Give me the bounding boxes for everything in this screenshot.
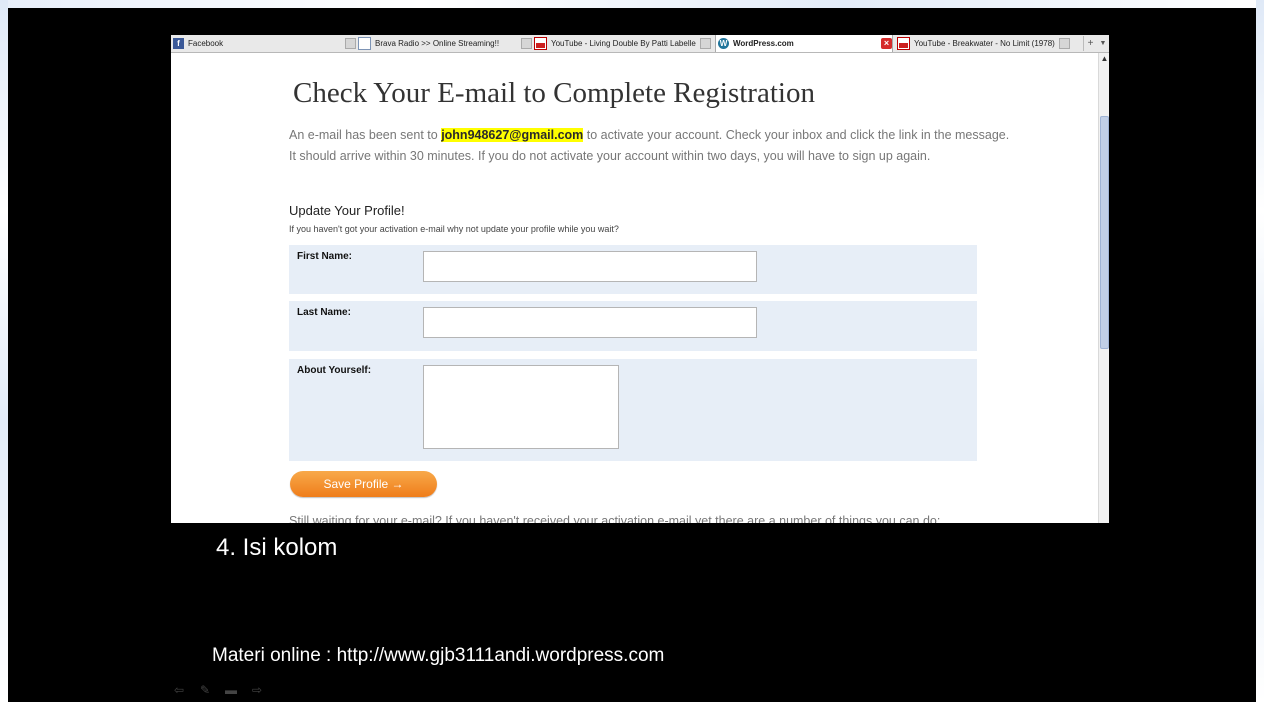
wordpress-icon: W bbox=[718, 38, 729, 49]
close-tab-icon[interactable]: × bbox=[881, 38, 892, 49]
tab-wordpress[interactable]: W WordPress.com bbox=[715, 35, 893, 52]
page-title: Check Your E-mail to Complete Registrati… bbox=[293, 77, 815, 109]
last-name-row: Last Name: bbox=[289, 301, 977, 351]
new-tab-icon[interactable]: + bbox=[1083, 36, 1097, 51]
wallpaper-top bbox=[0, 0, 1264, 8]
first-name-label: First Name: bbox=[297, 251, 353, 262]
intro-text-before: An e-mail has been sent to bbox=[289, 128, 442, 142]
tab-close-icon[interactable] bbox=[1058, 38, 1070, 49]
presentation-slide: f Facebook Brava Radio >> Online Streami… bbox=[8, 8, 1256, 702]
first-name-row: First Name: bbox=[289, 245, 977, 294]
email-address: john948627@gmail.com bbox=[441, 128, 584, 142]
last-name-field[interactable] bbox=[423, 307, 757, 338]
still-waiting-text: Still waiting for your e-mail? If you ha… bbox=[289, 514, 941, 523]
tab-close-icon[interactable] bbox=[521, 38, 532, 49]
tab-youtube-living-double[interactable]: YouTube - Living Double By Patti Labelle bbox=[517, 35, 717, 52]
pen-icon[interactable]: ✎ bbox=[198, 684, 212, 696]
about-row: About Yourself: bbox=[289, 359, 977, 461]
about-label: About Yourself: bbox=[297, 365, 372, 376]
youtube-icon bbox=[897, 37, 910, 50]
tab-bar: f Facebook Brava Radio >> Online Streami… bbox=[171, 35, 1109, 53]
tab-youtube-breakwater[interactable]: YouTube - Breakwater - No Limit (1978) bbox=[895, 35, 1081, 52]
browser-screenshot: f Facebook Brava Radio >> Online Streami… bbox=[171, 35, 1109, 523]
tab-label: YouTube - Living Double By Patti Labelle bbox=[551, 39, 696, 48]
save-profile-button[interactable]: Save Profile → bbox=[290, 471, 437, 497]
facebook-icon: f bbox=[173, 38, 184, 49]
scroll-thumb[interactable] bbox=[1100, 116, 1109, 349]
page-content: Check Your E-mail to Complete Registrati… bbox=[171, 53, 1098, 523]
tab-facebook[interactable]: f Facebook bbox=[171, 35, 351, 52]
slide-footer-text: Materi online : http://www.gjb3111andi.w… bbox=[212, 645, 665, 666]
last-name-label: Last Name: bbox=[297, 307, 351, 318]
slide-controls: ⇦ ✎ ▬ ⇨ bbox=[172, 684, 264, 696]
next-arrow-icon[interactable]: ⇨ bbox=[250, 684, 264, 696]
profile-subtext: If you haven't got your activation e-mai… bbox=[289, 224, 619, 234]
tab-close-icon[interactable] bbox=[699, 38, 711, 49]
activation-message: An e-mail has been sent to john948627@gm… bbox=[289, 125, 1019, 167]
wallpaper-left bbox=[0, 0, 8, 702]
tab-list-icon[interactable]: ▼ bbox=[1097, 36, 1109, 51]
about-textarea[interactable] bbox=[423, 365, 619, 449]
tab-close-icon[interactable] bbox=[345, 38, 356, 49]
wallpaper-right bbox=[1256, 0, 1264, 702]
slide-caption: 4. Isi kolom bbox=[216, 534, 338, 561]
tab-label: Facebook bbox=[188, 39, 224, 48]
tab-label: YouTube - Breakwater - No Limit (1978) bbox=[914, 39, 1055, 48]
tab-brava-radio[interactable]: Brava Radio >> Online Streaming!! bbox=[341, 35, 521, 52]
menu-icon[interactable]: ▬ bbox=[224, 684, 238, 696]
tab-label: WordPress.com bbox=[733, 39, 794, 48]
tab-label: Brava Radio >> Online Streaming!! bbox=[375, 39, 500, 48]
profile-heading: Update Your Profile! bbox=[289, 203, 405, 218]
vertical-scrollbar[interactable]: ▲ bbox=[1098, 53, 1109, 523]
previous-arrow-icon[interactable]: ⇦ bbox=[172, 684, 186, 696]
first-name-field[interactable] bbox=[423, 251, 757, 282]
page-icon bbox=[358, 37, 371, 50]
youtube-icon bbox=[534, 37, 547, 50]
scroll-up-icon[interactable]: ▲ bbox=[1099, 53, 1109, 65]
